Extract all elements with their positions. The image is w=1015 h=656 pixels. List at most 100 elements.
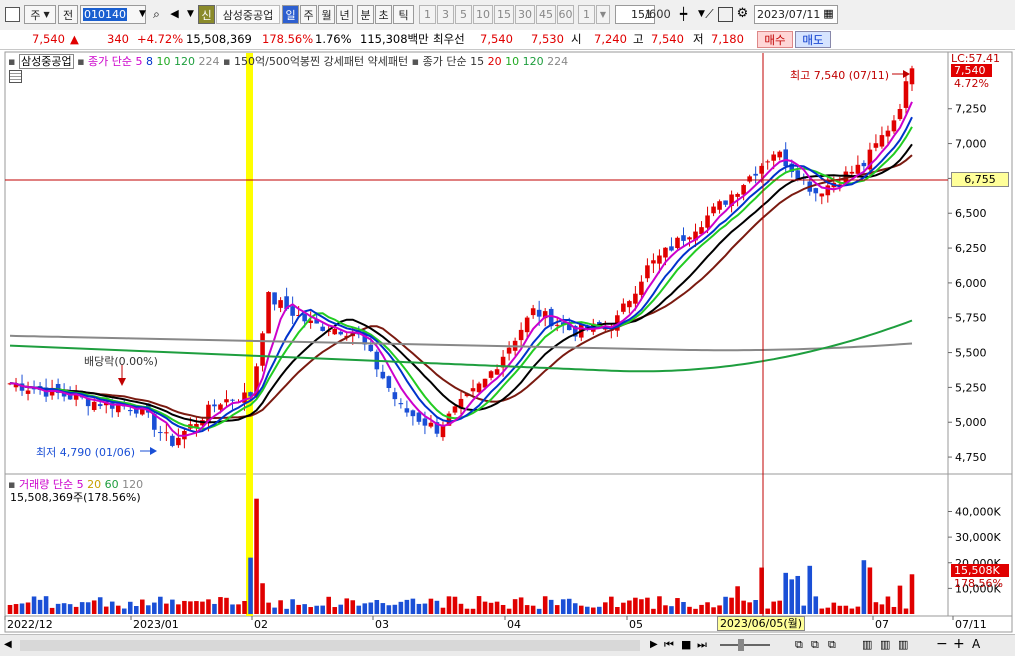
volume-bar xyxy=(452,596,458,614)
zoom-slider-handle[interactable] xyxy=(738,639,744,651)
zoom-slider[interactable] xyxy=(720,644,770,646)
candle-body xyxy=(627,301,632,308)
buy-button[interactable]: 매수 xyxy=(757,31,793,48)
chart-area[interactable]: 7,2507,0006,7506,5006,2506,0005,7505,500… xyxy=(0,51,1015,633)
chevron-down-icon[interactable]: ▼ xyxy=(183,7,198,22)
period-week[interactable]: 주 xyxy=(300,5,317,24)
grid-toggle-icon[interactable] xyxy=(9,70,22,83)
sell-button[interactable]: 매도 xyxy=(795,31,831,48)
scroll-track[interactable] xyxy=(20,640,640,651)
volume-bar xyxy=(560,599,566,614)
period-tick[interactable]: 틱 xyxy=(393,5,414,24)
chevron-down-icon[interactable]: ▼ xyxy=(596,5,610,24)
best-label: 최우선 xyxy=(433,32,465,46)
toolbar: 주 ▼ 전 010140 ▼ ⌕ ◀ ▼ 신 삼성중공업 일 주 월 년 분 초 … xyxy=(0,0,1015,31)
stock-chart[interactable]: 7,2507,0006,7506,5006,2506,0005,7505,500… xyxy=(0,51,1015,633)
bar-chart-icon[interactable]: ▥ xyxy=(862,638,872,651)
layout-icon[interactable]: ⧉ xyxy=(795,638,803,652)
chevron-down-icon[interactable]: ▼ xyxy=(135,8,150,23)
candle-body xyxy=(488,371,494,378)
volume-bar xyxy=(621,602,626,614)
scroll-bar[interactable]: ◀ ▶ ⏮ ■ ⏭ ⧉ ⧉ ⧉ ▥ ▥ ▥ − + A xyxy=(0,634,1015,656)
best-ask: 7,540 xyxy=(480,32,513,46)
candle-body xyxy=(266,292,271,334)
volume-bar xyxy=(855,606,861,614)
trade-amount: 115,308백만 xyxy=(360,32,429,46)
bar-chart-icon[interactable]: ▥ xyxy=(898,638,908,651)
volume-bar xyxy=(254,498,259,614)
interval-15[interactable]: 15 xyxy=(494,5,514,24)
gear-icon[interactable]: ⚙ xyxy=(735,7,750,22)
volume-bar xyxy=(248,557,253,614)
volume-tag: 15,508K xyxy=(951,564,1009,577)
legend-ma-5: 5 xyxy=(135,55,143,68)
price-axis-label: 5,000 xyxy=(955,416,987,429)
interval-30[interactable]: 30 xyxy=(515,5,535,24)
market-mode-label: 주 xyxy=(30,8,41,22)
volume-bar xyxy=(789,579,795,614)
custom-interval-input[interactable]: 1 xyxy=(578,5,595,24)
rewind-icon[interactable]: ⏮ xyxy=(664,638,674,652)
candle-body xyxy=(368,344,374,352)
volume-bar xyxy=(67,604,73,614)
volume-bar xyxy=(825,607,831,614)
period-year[interactable]: 년 xyxy=(336,5,353,24)
period-month[interactable]: 월 xyxy=(318,5,335,24)
period-day[interactable]: 일 xyxy=(282,5,299,24)
volume-bar xyxy=(236,604,241,614)
candle-body xyxy=(278,300,283,308)
volume-bar xyxy=(849,608,855,614)
layout-icon[interactable]: ⧉ xyxy=(811,638,819,652)
volume-bar xyxy=(885,596,891,614)
interval-45[interactable]: 45 xyxy=(536,5,556,24)
interval-10[interactable]: 10 xyxy=(473,5,493,24)
zoom-in-icon[interactable]: + xyxy=(953,636,965,652)
volume-bar xyxy=(831,602,837,614)
market-mode-select[interactable]: 주 ▼ xyxy=(24,5,56,24)
save-icon[interactable] xyxy=(718,7,733,22)
interval-5[interactable]: 5 xyxy=(455,5,472,24)
speaker-icon[interactable]: ◀ xyxy=(167,7,182,22)
info-badge[interactable]: 신 xyxy=(198,5,215,24)
forward-icon[interactable]: ⏭ xyxy=(697,638,707,652)
candle-body xyxy=(422,418,428,426)
prev-mode-button[interactable]: 전 xyxy=(58,5,78,24)
volume-bar xyxy=(206,599,211,614)
zoom-out-icon[interactable]: − xyxy=(936,636,948,652)
scroll-left-icon[interactable]: ◀ xyxy=(4,639,12,650)
legend-pattern: 150억/500억봉찐 강세패턴 약세패턴 xyxy=(234,55,409,68)
volume-bar xyxy=(603,602,608,614)
period-week-label: 주 xyxy=(303,8,314,22)
scroll-right-icon[interactable]: ▶ xyxy=(650,639,658,650)
text-icon[interactable]: A xyxy=(972,637,980,651)
calendar-icon[interactable]: ▦ xyxy=(821,7,836,22)
draw-line-icon[interactable]: ⟋ xyxy=(702,7,717,22)
volume-bar xyxy=(542,596,548,614)
period-minute[interactable]: 분 xyxy=(357,5,374,24)
bar-chart-icon[interactable]: ▥ xyxy=(880,638,890,651)
window-icon[interactable] xyxy=(5,7,20,22)
candle-body xyxy=(705,215,710,228)
period-second[interactable]: 초 xyxy=(375,5,392,24)
candle-body xyxy=(675,237,680,249)
volume-bar xyxy=(188,601,193,614)
interval-60[interactable]: 60 xyxy=(557,5,574,24)
stop-icon[interactable]: ■ xyxy=(681,638,691,651)
volume-bar xyxy=(266,602,271,614)
legend-stock: 삼성중공업 xyxy=(18,54,74,69)
interval-1[interactable]: 1 xyxy=(419,5,436,24)
volume-bar xyxy=(158,596,163,614)
candlestick-icon[interactable]: ┿ xyxy=(676,7,691,22)
search-icon[interactable]: ⌕ xyxy=(149,7,164,22)
volume-bar xyxy=(488,602,494,614)
layout-icon[interactable]: ⧉ xyxy=(828,638,836,652)
interval-3[interactable]: 3 xyxy=(437,5,454,24)
candle-body xyxy=(771,154,776,161)
volume-bar xyxy=(79,602,85,614)
stock-code-value: 010140 xyxy=(83,8,127,21)
volume-bar xyxy=(536,608,542,614)
period-second-label: 초 xyxy=(378,8,389,22)
volume-bar xyxy=(19,603,25,614)
volume-bar xyxy=(615,606,620,614)
price-axis-label: 7,250 xyxy=(955,103,987,116)
